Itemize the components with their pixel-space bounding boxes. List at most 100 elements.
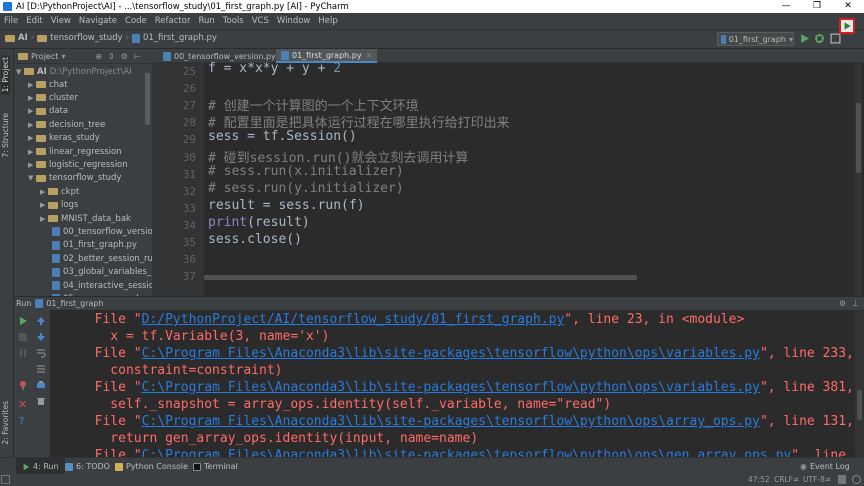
hide-panel-icon[interactable]: ⊥: [852, 299, 859, 308]
menu-help[interactable]: Help: [314, 16, 341, 26]
print-icon[interactable]: [36, 380, 46, 390]
close-tab-icon[interactable]: ×: [366, 51, 373, 60]
file-link[interactable]: C:\Program Files\Anaconda3\lib\site-pack…: [142, 414, 760, 429]
gear-icon[interactable]: ⚙: [121, 52, 128, 61]
tree-item[interactable]: ▶ chat: [28, 78, 68, 91]
favorites-tool-tab[interactable]: 2: Favorites: [1, 401, 10, 445]
inspector-icon[interactable]: [852, 475, 861, 484]
close-run-icon[interactable]: ✕: [18, 398, 27, 411]
file-link[interactable]: C:\Program Files\Anaconda3\lib\site-pack…: [142, 448, 792, 457]
sync-icon[interactable]: ⊕: [95, 52, 102, 61]
tree-scrollbar[interactable]: [145, 73, 150, 125]
up-arrow-icon[interactable]: [36, 316, 46, 326]
tree-item[interactable]: 01_first_graph.py: [52, 239, 137, 252]
trash-icon[interactable]: [36, 396, 46, 406]
menu-code[interactable]: Code: [121, 16, 151, 26]
menu-tools[interactable]: Tools: [219, 16, 248, 26]
breadcrumb-file[interactable]: 01_first_graph.py: [143, 33, 217, 43]
tree-item[interactable]: ▶ decision_tree: [28, 118, 105, 131]
restore-button[interactable]: ❐: [806, 0, 828, 13]
run-config-tab[interactable]: 01_first_graph: [46, 299, 103, 308]
tree-item[interactable]: ▶ linear_regression: [28, 145, 122, 158]
expand-arrow-icon[interactable]: ▼: [28, 174, 36, 182]
project-panel-title[interactable]: Project: [31, 52, 58, 61]
tool-tab-event-log[interactable]: ◉ Event Log: [800, 458, 850, 475]
menu-run[interactable]: Run: [194, 16, 218, 26]
structure-tool-tab[interactable]: 7: Structure: [1, 113, 10, 158]
chevron-down-icon[interactable]: ▾: [61, 52, 65, 61]
menu-view[interactable]: View: [47, 16, 75, 26]
tree-root[interactable]: ▼ AI D:\PythonProject\AI: [16, 65, 132, 78]
tree-item[interactable]: 03_global_variables_initializer.py: [52, 266, 152, 279]
expand-arrow-icon[interactable]: ▶: [28, 161, 36, 169]
lock-icon[interactable]: [838, 475, 846, 484]
tool-tab-terminal[interactable]: Terminal: [193, 458, 238, 475]
editor-vertical-scrollbar[interactable]: [855, 63, 862, 296]
pause-icon[interactable]: [18, 348, 28, 358]
file-link[interactable]: C:\Program Files\Anaconda3\lib\site-pack…: [142, 346, 760, 361]
tree-item[interactable]: ▶ data: [28, 105, 68, 118]
tree-item[interactable]: ▶ cluster: [28, 91, 78, 104]
scroll-to-end-icon[interactable]: [36, 364, 46, 374]
stop-icon[interactable]: [18, 332, 28, 342]
tree-item[interactable]: 04_interactive_session.py: [52, 279, 152, 292]
expand-arrow-icon[interactable]: ▶: [28, 121, 36, 129]
expand-arrow-icon[interactable]: ▶: [28, 148, 36, 156]
expand-arrow-icon[interactable]: ▶: [28, 107, 36, 115]
close-window-button[interactable]: ✕: [837, 0, 859, 13]
menu-window[interactable]: Window: [273, 16, 315, 26]
file-link[interactable]: C:\Program Files\Anaconda3\lib\site-pack…: [142, 380, 760, 395]
tool-window-toggle-icon[interactable]: [1, 475, 10, 484]
project-tool-tab[interactable]: 1: Project: [1, 55, 10, 95]
expand-arrow-icon[interactable]: ▶: [28, 81, 36, 89]
line-number-gutter: 25 26 27 28 29 30 31 32 33 34 35 36 37: [152, 63, 204, 296]
rerun-icon[interactable]: [18, 316, 28, 326]
down-arrow-icon[interactable]: [36, 332, 46, 342]
tree-item[interactable]: ▶ MNIST_data_bak: [40, 212, 131, 225]
expand-arrow-icon[interactable]: ▶: [40, 201, 48, 209]
menu-edit[interactable]: Edit: [22, 16, 46, 26]
menu-refactor[interactable]: Refactor: [151, 16, 195, 26]
gear-icon[interactable]: ⚙: [839, 299, 846, 308]
run-icon[interactable]: [799, 33, 810, 44]
soft-wrap-icon[interactable]: [36, 348, 46, 358]
tree-item[interactable]: ▶ ckpt: [40, 185, 79, 198]
pin-icon[interactable]: [18, 380, 28, 390]
console-scrollbar[interactable]: [855, 310, 864, 457]
tool-tab-python-console[interactable]: Python Console: [115, 458, 188, 475]
minimize-button[interactable]: —: [775, 0, 797, 13]
tree-item[interactable]: ▼ tensorflow_study: [28, 172, 121, 185]
hide-icon[interactable]: ⊢: [134, 52, 141, 61]
tool-tab-todo[interactable]: 6: TODO: [65, 458, 110, 475]
code-line: f = x*x*y + y + 2: [208, 61, 342, 76]
run-configuration-select[interactable]: 01_first_graph ▾: [717, 32, 794, 46]
help-icon[interactable]: ?: [19, 416, 24, 427]
coverage-icon[interactable]: [830, 33, 841, 44]
expand-arrow-icon[interactable]: ▶: [28, 94, 36, 102]
file-link[interactable]: D:/PythonProject/AI/tensorflow_study/01_…: [142, 312, 565, 327]
editor-horizontal-scrollbar[interactable]: [204, 275, 637, 280]
tool-tab-run[interactable]: 4: Run: [16, 458, 65, 475]
tree-item[interactable]: 02_better_session_run.py: [52, 252, 152, 265]
tree-item[interactable]: 00_tensorflow_version.py: [52, 225, 152, 238]
menu-file[interactable]: File: [0, 16, 22, 26]
line-separator[interactable]: CRLF≠: [774, 475, 799, 484]
expand-arrow-icon[interactable]: ▶: [28, 134, 36, 142]
caret-position[interactable]: 47:52: [748, 475, 770, 484]
editor-scroll-thumb[interactable]: [856, 103, 861, 173]
tree-item[interactable]: ▶ logistic_regression: [28, 158, 128, 171]
collapse-icon[interactable]: ⇕: [108, 52, 115, 61]
run-console[interactable]: File "D:/PythonProject/AI/tensorflow_stu…: [50, 310, 855, 457]
menu-vcs[interactable]: VCS: [248, 16, 273, 26]
file-encoding[interactable]: UTF-8≠: [803, 475, 831, 484]
expand-arrow-icon[interactable]: ▶: [40, 215, 48, 223]
expand-arrow-icon[interactable]: ▼: [16, 68, 24, 76]
tree-item[interactable]: ▶ keras_study: [28, 132, 100, 145]
debug-icon[interactable]: [814, 33, 825, 44]
breadcrumb-folder[interactable]: tensorflow_study: [50, 33, 122, 43]
expand-arrow-icon[interactable]: ▶: [40, 188, 48, 196]
console-scroll-thumb[interactable]: [857, 390, 862, 420]
tree-item[interactable]: ▶ logs: [40, 199, 78, 212]
menu-navigate[interactable]: Navigate: [75, 16, 121, 26]
breadcrumb-project[interactable]: AI: [18, 33, 28, 43]
